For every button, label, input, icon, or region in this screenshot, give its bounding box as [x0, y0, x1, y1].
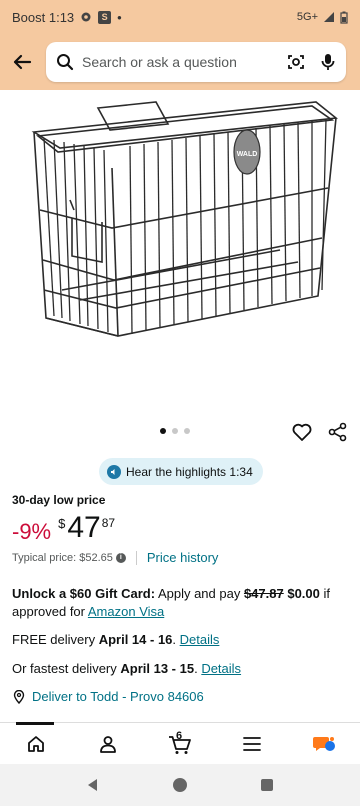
rufus-assistant-icon: [313, 736, 335, 751]
speaker-icon: [107, 464, 121, 479]
heart-icon[interactable]: [291, 421, 313, 443]
carousel-dot[interactable]: [160, 428, 166, 434]
settings-gear-icon: [81, 12, 91, 22]
system-back-icon[interactable]: [85, 777, 101, 793]
deliver-to-location[interactable]: Deliver to Todd - Provo 84606: [12, 689, 204, 704]
nav-home[interactable]: [18, 726, 54, 762]
fastest-delivery: Or fastest delivery April 13 - 15. Detai…: [12, 661, 242, 676]
info-icon[interactable]: i: [115, 552, 126, 563]
app-badge-icon: S: [98, 10, 112, 24]
camera-search-icon[interactable]: [286, 52, 306, 72]
hamburger-menu-icon: [243, 736, 261, 751]
nav-account[interactable]: [90, 726, 126, 762]
signal-icon: [324, 12, 334, 22]
free-delivery-dates: April 14 - 16: [98, 632, 173, 647]
price-history-link[interactable]: Price history: [147, 550, 219, 565]
network-type: 5G+: [296, 11, 318, 23]
carousel-dots: [160, 428, 190, 434]
giftcard-offer: Unlock a $60 Gift Card: Apply and pay $4…: [12, 585, 352, 621]
fastest-delivery-details-link[interactable]: Details: [201, 661, 241, 676]
back-button[interactable]: [8, 48, 36, 76]
nav-menu[interactable]: [234, 726, 270, 762]
price-fraction: 87: [101, 516, 116, 530]
fastest-delivery-prefix: Or fastest delivery: [12, 661, 121, 676]
amazon-visa-link[interactable]: Amazon Visa: [88, 604, 164, 619]
search-placeholder: Search or ask a question: [82, 54, 237, 70]
system-home-icon[interactable]: [172, 777, 188, 793]
share-icon[interactable]: [327, 421, 349, 443]
home-icon: [28, 735, 44, 752]
low-price-label: 30-day low price: [12, 493, 106, 507]
giftcard-title: Unlock a $60 Gift Card:: [12, 586, 156, 601]
giftcard-old-price: $47.87: [243, 586, 284, 601]
header: Search or ask a question: [0, 34, 360, 90]
price-currency: $: [58, 516, 66, 531]
microphone-icon[interactable]: [320, 52, 336, 72]
typical-price: Typical price: $52.65: [12, 551, 113, 564]
system-recents-icon[interactable]: [259, 777, 275, 793]
carrier-time: Boost 1:13: [12, 9, 75, 25]
nav-rufus[interactable]: [306, 726, 342, 762]
nav-cart[interactable]: 6: [162, 726, 198, 762]
hear-highlights-button[interactable]: Hear the highlights 1:34: [99, 458, 263, 485]
system-navigation-bar: [0, 764, 360, 806]
price-whole: 47: [67, 511, 101, 544]
person-icon: [100, 735, 116, 753]
giftcard-new-price: $0.00: [287, 586, 320, 601]
arrow-left-icon: [13, 54, 32, 70]
bottom-nav: 6: [0, 722, 360, 764]
product-image-basket[interactable]: WALD: [0, 90, 360, 410]
carousel-dot[interactable]: [184, 428, 190, 434]
search-icon: [57, 54, 74, 71]
status-bar: Boost 1:13 S • 5G+: [0, 0, 360, 34]
divider: [135, 550, 137, 565]
notification-dot-icon: •: [117, 9, 122, 25]
free-delivery-details-link[interactable]: Details: [180, 632, 220, 647]
highlights-label: Hear the highlights 1:34: [126, 464, 253, 479]
giftcard-text: Apply and pay: [155, 586, 244, 601]
price: -9% $ 47 87: [12, 511, 115, 545]
cart-count: 6: [176, 729, 183, 742]
brand-badge-text: WALD: [237, 151, 258, 158]
typical-price-row: Typical price: $52.65 i Price history: [12, 550, 218, 565]
battery-icon: [340, 11, 348, 24]
location-pin-icon: [13, 689, 25, 704]
search-input[interactable]: Search or ask a question: [46, 42, 346, 82]
free-delivery-prefix: FREE delivery: [12, 632, 99, 647]
deliver-to-text: Deliver to Todd - Provo 84606: [32, 689, 204, 704]
carousel-dot[interactable]: [172, 428, 178, 434]
discount-percent: -9%: [12, 519, 52, 544]
fastest-delivery-dates: April 13 - 15: [120, 661, 195, 676]
free-delivery: FREE delivery April 14 - 16. Details: [12, 632, 220, 647]
